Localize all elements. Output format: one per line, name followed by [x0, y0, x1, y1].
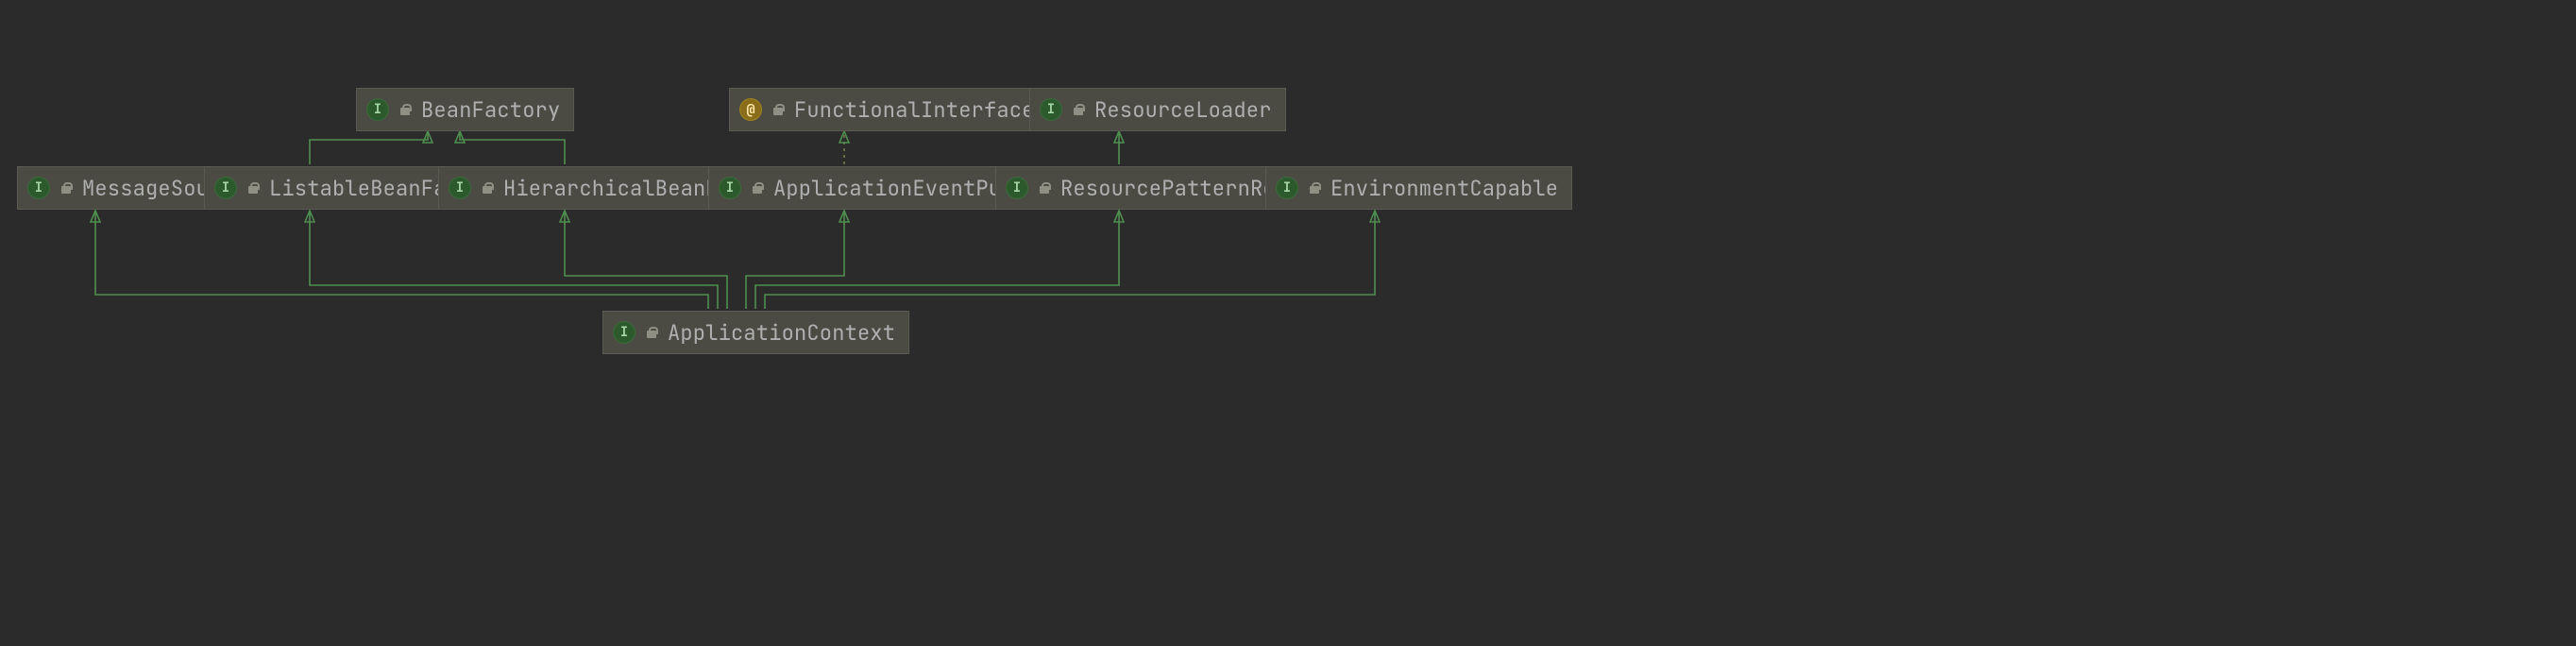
lock-icon	[751, 181, 764, 195]
interface-icon: I	[214, 177, 237, 199]
interface-icon: I	[366, 98, 389, 121]
lock-icon	[246, 181, 260, 195]
node-functional-interface[interactable]: @ FunctionalInterface	[729, 88, 1049, 131]
interface-icon: I	[449, 177, 471, 199]
lock-icon	[59, 181, 73, 195]
lock-icon	[1308, 181, 1321, 195]
interface-icon: I	[27, 177, 50, 199]
interface-icon: I	[613, 321, 636, 344]
interface-icon: I	[1276, 177, 1298, 199]
node-label: EnvironmentCapable	[1330, 175, 1558, 202]
annotation-icon: @	[739, 98, 762, 121]
node-label: BeanFactory	[421, 96, 560, 124]
node-application-context[interactable]: I ApplicationContext	[602, 311, 909, 354]
node-resource-loader[interactable]: I ResourceLoader	[1029, 88, 1286, 131]
lock-icon	[1038, 181, 1051, 195]
node-label: FunctionalInterface	[794, 96, 1035, 124]
node-label: ApplicationContext	[668, 319, 895, 347]
node-label: ResourceLoader	[1094, 96, 1272, 124]
uml-hierarchy-canvas: I BeanFactory @ FunctionalInterface I Re…	[0, 0, 2576, 646]
lock-icon	[645, 326, 658, 339]
lock-icon	[481, 181, 494, 195]
lock-icon	[398, 103, 412, 116]
node-bean-factory[interactable]: I BeanFactory	[356, 88, 574, 131]
node-environment-capable[interactable]: I EnvironmentCapable	[1265, 166, 1572, 210]
lock-icon	[1072, 103, 1085, 116]
lock-icon	[771, 103, 785, 116]
interface-icon: I	[719, 177, 741, 199]
interface-icon: I	[1006, 177, 1028, 199]
interface-icon: I	[1040, 98, 1062, 121]
